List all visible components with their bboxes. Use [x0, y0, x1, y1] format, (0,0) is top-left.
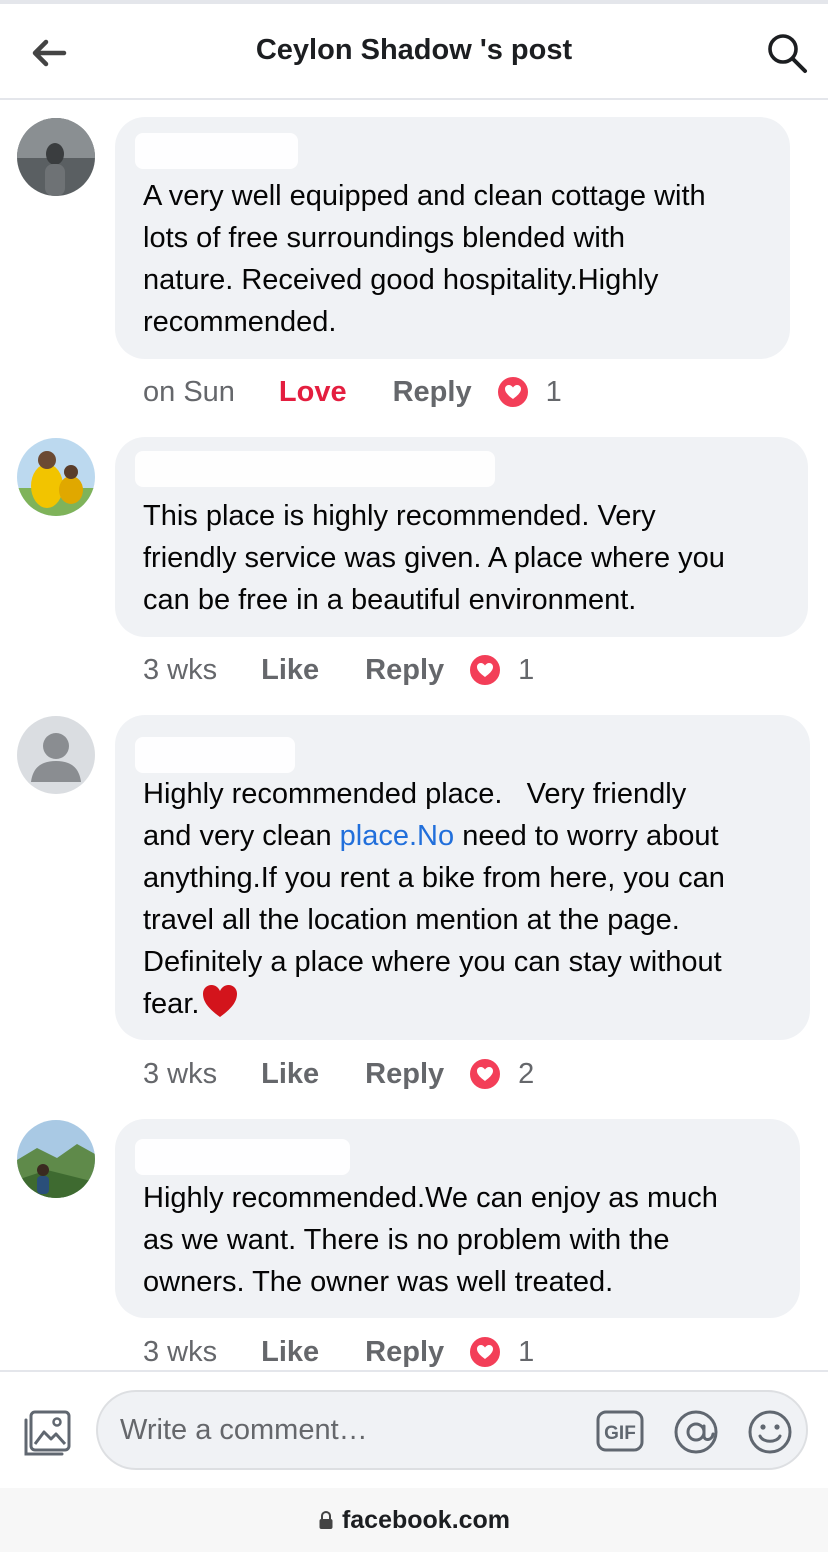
page-title: Ceylon Shadow 's post [255, 34, 573, 66]
reply-button[interactable]: Reply [365, 1058, 444, 1091]
heart-reaction-icon [468, 1057, 503, 1091]
heart-reaction-icon [468, 653, 503, 687]
like-button[interactable]: Like [261, 1058, 319, 1091]
photo-icon[interactable] [22, 1408, 74, 1458]
commenter-name-redacted[interactable] [135, 1139, 350, 1175]
at-mention-icon[interactable] [672, 1408, 720, 1456]
commenter-name-redacted[interactable] [135, 451, 495, 487]
reaction-count: 1 [518, 1335, 535, 1368]
avatar[interactable] [17, 118, 95, 196]
comment-composer: Write a comment… GIF [0, 1370, 828, 1488]
comment-actions: 3 wks Like Reply 1 [143, 650, 534, 690]
gif-label: GIF [604, 1423, 636, 1444]
comment-timestamp[interactable]: 3 wks [143, 1336, 217, 1369]
like-button[interactable]: Like [261, 1336, 319, 1369]
comment-list: A very well equipped and clean cottage w… [0, 100, 828, 1370]
comment-actions: 3 wks Like Reply 2 [143, 1054, 534, 1094]
gif-icon[interactable]: GIF [596, 1410, 644, 1452]
like-button[interactable]: Like [261, 654, 319, 687]
comment-bubble: This place is highly recommended. Very f… [115, 437, 808, 637]
reply-button[interactable]: Reply [393, 376, 472, 409]
reply-button[interactable]: Reply [365, 654, 444, 687]
comment-timestamp[interactable]: 3 wks [143, 654, 217, 687]
reply-button[interactable]: Reply [365, 1336, 444, 1369]
reaction-count: 1 [518, 653, 535, 686]
reaction-summary[interactable]: 1 [468, 1335, 534, 1369]
search-icon[interactable] [764, 30, 810, 76]
avatar[interactable] [17, 438, 95, 516]
lock-icon [319, 1510, 333, 1529]
heart-reaction-icon [468, 1335, 503, 1369]
red-heart-emoji-icon [201, 983, 239, 1031]
reaction-summary[interactable]: 1 [468, 653, 534, 687]
comment-input[interactable]: Write a comment… GIF [96, 1390, 808, 1470]
url-text: facebook.com [341, 1505, 511, 1534]
comment-input-placeholder: Write a comment… [120, 1414, 368, 1446]
love-button[interactable]: Love [279, 376, 347, 409]
comment-timestamp[interactable]: 3 wks [143, 1058, 217, 1091]
reaction-count: 2 [518, 1057, 535, 1090]
comment-bubble: Highly recommended.We can enjoy as much … [115, 1119, 800, 1318]
commenter-name-redacted[interactable] [135, 737, 295, 773]
emoji-icon[interactable] [746, 1408, 794, 1456]
reaction-summary[interactable]: 1 [495, 375, 562, 409]
browser-url-bar[interactable]: facebook.com [0, 1488, 828, 1552]
avatar[interactable] [17, 716, 95, 794]
commenter-name-redacted[interactable] [135, 133, 298, 169]
comment-bubble: A very well equipped and clean cottage w… [115, 117, 790, 359]
post-header: Ceylon Shadow 's post [0, 4, 828, 100]
avatar[interactable] [17, 1120, 95, 1198]
comment-timestamp[interactable]: on Sun [143, 376, 235, 409]
comment-actions: 3 wks Like Reply 1 [143, 1332, 534, 1370]
comment-bubble: Highly recommended place. Very friendly … [115, 715, 810, 1040]
reaction-count: 1 [545, 375, 562, 408]
heart-reaction-icon [495, 375, 530, 409]
comment-link[interactable]: place.No [340, 820, 454, 852]
comment-actions: on Sun Love Reply 1 [143, 372, 562, 412]
reaction-summary[interactable]: 2 [468, 1057, 534, 1091]
